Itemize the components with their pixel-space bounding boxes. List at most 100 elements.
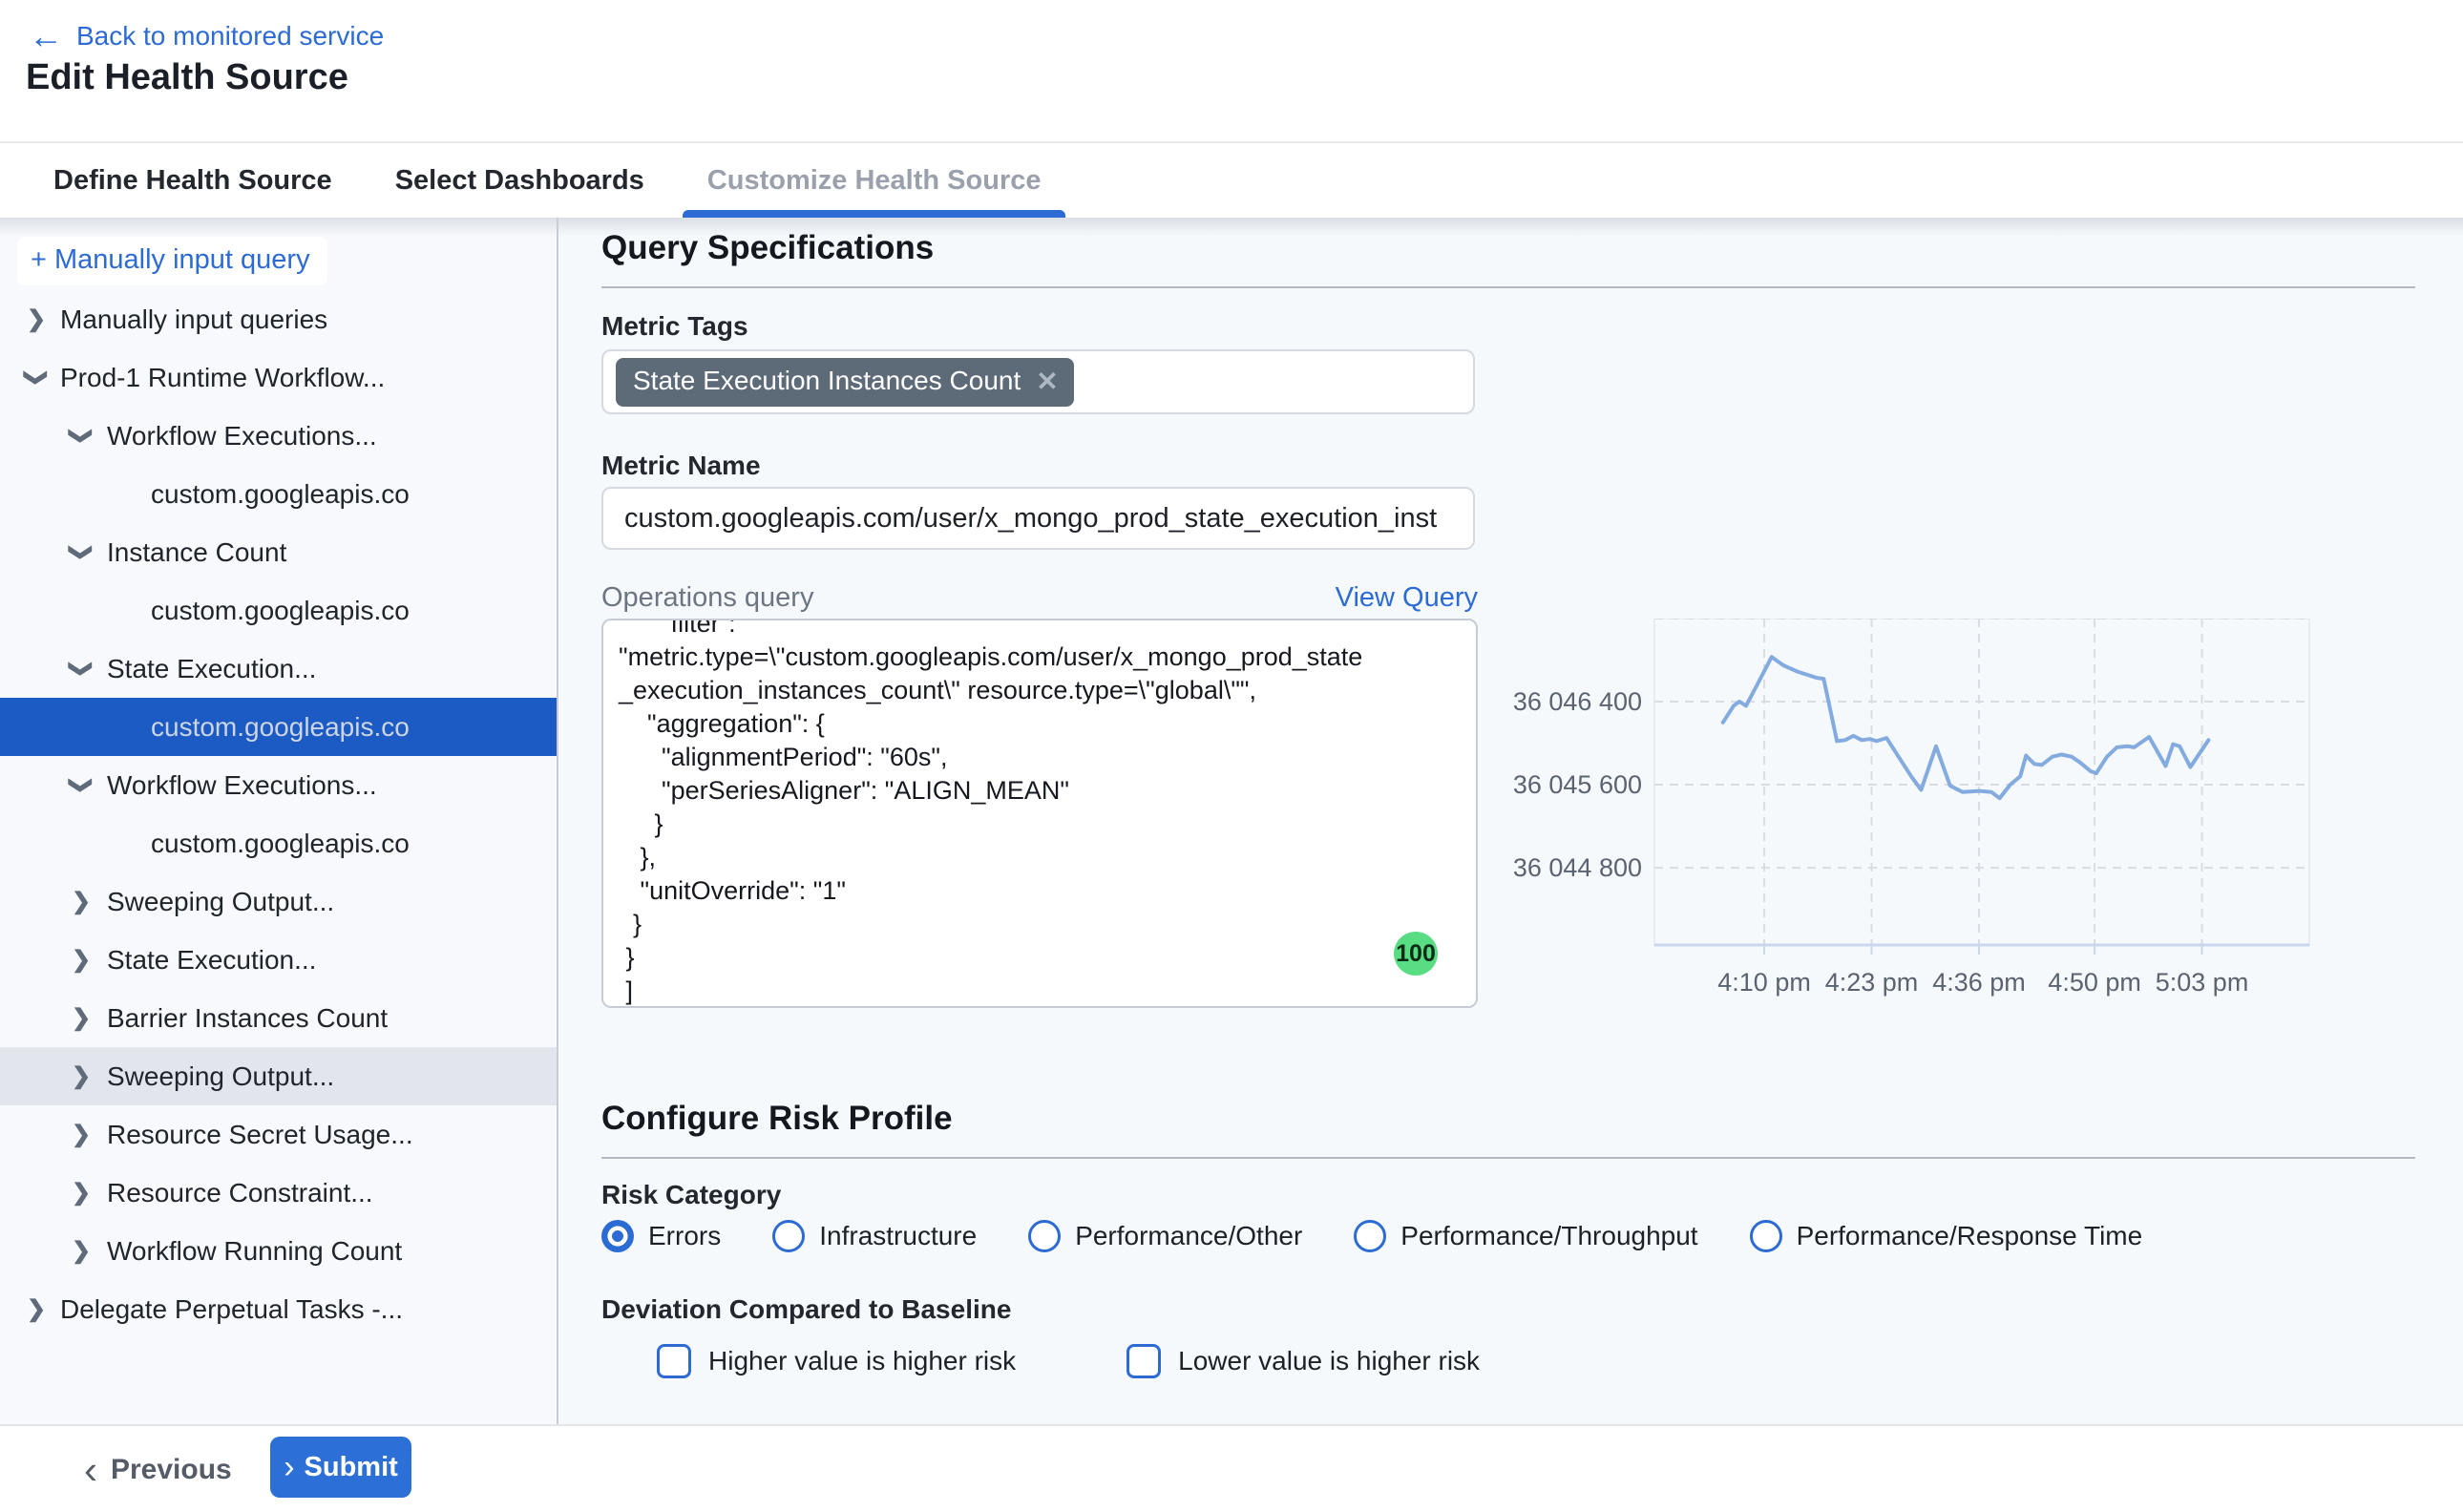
chevron-down-icon[interactable]: ❯: [68, 773, 95, 798]
view-query-link[interactable]: View Query: [1315, 582, 1478, 614]
tree-item-sweeping-output-[interactable]: ❯ Sweeping Output...: [0, 872, 557, 931]
tree-item-label: Prod-1 Runtime Workflow...: [60, 363, 557, 393]
tree-item-state-execution-[interactable]: ❯State Execution...: [0, 640, 557, 698]
tree-item-workflow-running-count[interactable]: ❯Workflow Running Count: [0, 1222, 557, 1280]
tree-item-workflow-executions-[interactable]: ❯Workflow Executions...: [0, 407, 557, 465]
radio-icon[interactable]: [1750, 1220, 1782, 1252]
tab-bar: Define Health SourceSelect DashboardsCus…: [0, 141, 2463, 218]
submit-button-label: Submit: [305, 1452, 398, 1483]
tree-item-sweeping-output-[interactable]: ❯ Sweeping Output...: [0, 1047, 557, 1105]
metric-tags-label: Metric Tags: [601, 311, 748, 342]
tree-item-label: custom.googleapis.co: [151, 479, 557, 510]
tree-item-state-execution-[interactable]: ❯ State Execution...: [0, 931, 557, 989]
tree-item-label: Workflow Executions...: [107, 770, 557, 801]
submit-button[interactable]: › Submit: [270, 1437, 411, 1498]
deviation-checkbox-higher-value-is-higher-risk[interactable]: Higher value is higher risk: [657, 1344, 1016, 1378]
tree-item-custom-googleapis-co[interactable]: custom.googleapis.co: [0, 465, 557, 523]
tree-item-label: Resource Constraint...: [107, 1178, 557, 1208]
chevron-down-icon[interactable]: ❯: [68, 424, 95, 449]
remove-tag-icon[interactable]: ✕: [1036, 366, 1058, 397]
tree-item-label: Manually input queries: [60, 304, 557, 335]
operations-query-textarea[interactable]: "filter": "metric.type=\"custom.googleap…: [601, 619, 1478, 1008]
tree-item-delegate-perpetual-tasks-[interactable]: ❯ Delegate Perpetual Tasks -...: [0, 1280, 557, 1338]
radio-selected-icon[interactable]: [601, 1220, 634, 1252]
chevron-right-icon[interactable]: ❯: [24, 305, 49, 333]
checkbox-icon[interactable]: [1126, 1344, 1161, 1378]
risk-radio-performance-other[interactable]: Performance/Other: [1028, 1220, 1302, 1252]
risk-radio-infrastructure[interactable]: Infrastructure: [772, 1220, 977, 1252]
tree-item-custom-googleapis-co[interactable]: custom.googleapis.co: [0, 814, 557, 872]
tree-item-prod-1-runtime-workflow-[interactable]: ❯ Prod-1 Runtime Workflow...: [0, 348, 557, 407]
risk-category-radio-group: Errors Infrastructure Performance/Other Per…: [601, 1220, 2142, 1252]
tree-item-custom-googleapis-co[interactable]: custom.googleapis.co: [0, 698, 557, 756]
plot-border: [1654, 619, 2309, 945]
deviation-checkbox-lower-value-is-higher-risk[interactable]: Lower value is higher risk: [1126, 1344, 1480, 1378]
previous-button[interactable]: ‹ Previous: [84, 1426, 232, 1512]
deviation-checkbox-label: Lower value is higher risk: [1178, 1346, 1480, 1376]
risk-radio-errors[interactable]: Errors: [601, 1220, 721, 1252]
checkbox-icon[interactable]: [657, 1344, 691, 1378]
deviation-checkbox-group: Higher value is higher risk Lower value i…: [657, 1344, 1480, 1378]
tree-item-label: Barrier Instances Count: [107, 1003, 557, 1034]
active-tab-underline: [683, 210, 1066, 218]
y-tick-label: 36 045 600: [1513, 770, 1642, 799]
add-manual-query-button[interactable]: + Manually input query: [17, 237, 327, 285]
tab-define-health-source[interactable]: Define Health Source: [29, 143, 357, 218]
chevron-right-icon[interactable]: ❯: [24, 1295, 49, 1323]
risk-radio-performance-throughput[interactable]: Performance/Throughput: [1354, 1220, 1697, 1252]
radio-icon[interactable]: [1354, 1220, 1386, 1252]
chevron-down-icon[interactable]: ❯: [68, 540, 95, 565]
y-tick-label: 36 046 400: [1513, 687, 1642, 716]
back-arrow-icon: ←: [29, 23, 63, 50]
back-link[interactable]: ← Back to monitored service: [29, 21, 384, 52]
x-tick-label: 4:50 pm: [2048, 968, 2141, 997]
tree-item-label: Sweeping Output...: [107, 1061, 557, 1092]
radio-icon[interactable]: [772, 1220, 805, 1252]
query-health-score-badge: 100: [1394, 932, 1438, 976]
chevron-right-icon[interactable]: ❯: [69, 1004, 94, 1032]
metric-tags-input[interactable]: State Execution Instances Count ✕: [601, 349, 1475, 414]
tree-item-workflow-executions-[interactable]: ❯ Workflow Executions...: [0, 756, 557, 814]
metric-line-series: [1723, 657, 2209, 798]
x-tick-label: 5:03 pm: [2156, 968, 2249, 997]
tree-item-custom-googleapis-co[interactable]: custom.googleapis.co: [0, 581, 557, 640]
tree-item-instance-count[interactable]: ❯ Instance Count: [0, 523, 557, 581]
chevron-down-icon[interactable]: ❯: [23, 366, 51, 390]
metric-tag-chip[interactable]: State Execution Instances Count ✕: [616, 358, 1074, 407]
risk-radio-performance-response-time[interactable]: Performance/Response Time: [1750, 1220, 2143, 1252]
chevron-right-icon[interactable]: ❯: [69, 946, 94, 974]
chevron-right-icon[interactable]: ❯: [69, 1179, 94, 1207]
chevron-right-icon[interactable]: ❯: [69, 1062, 94, 1090]
x-tick-label: 4:10 pm: [1717, 968, 1811, 997]
section-divider: [601, 1157, 2415, 1159]
chevron-right-icon[interactable]: ❯: [69, 1121, 94, 1148]
x-tick-label: 4:36 pm: [1932, 968, 2026, 997]
chevron-right-icon[interactable]: ❯: [69, 1237, 94, 1265]
tree-item-resource-constraint-[interactable]: ❯ Resource Constraint...: [0, 1164, 557, 1222]
risk-radio-label: Performance/Response Time: [1797, 1221, 2143, 1251]
tree-item-label: Instance Count: [107, 537, 557, 568]
tab-customize-health-source[interactable]: Customize Health Source: [683, 143, 1066, 218]
tree-item-label: custom.googleapis.co: [151, 596, 557, 626]
deviation-checkbox-label: Higher value is higher risk: [708, 1346, 1016, 1376]
chevron-down-icon[interactable]: ❯: [68, 657, 95, 682]
tree-item-resource-secret-usage-[interactable]: ❯Resource Secret Usage...: [0, 1105, 557, 1164]
tree-item-manually-input-queries[interactable]: ❯ Manually input queries: [0, 290, 557, 348]
tree-item-label: custom.googleapis.co: [151, 712, 557, 743]
tree-item-barrier-instances-count[interactable]: ❯ Barrier Instances Count: [0, 989, 557, 1047]
tree-item-label: State Execution...: [107, 945, 557, 976]
chevron-right-icon[interactable]: ❯: [69, 888, 94, 915]
risk-radio-label: Performance/Throughput: [1400, 1221, 1697, 1251]
tab-select-dashboards[interactable]: Select Dashboards: [370, 143, 669, 218]
query-tree: ❯ Manually input queries ❯ Prod-1 Runtime W…: [0, 290, 557, 1338]
risk-radio-label: Infrastructure: [819, 1221, 977, 1251]
metric-name-field[interactable]: custom.googleapis.com/user/x_mongo_prod_…: [601, 487, 1475, 550]
configure-risk-profile-title: Configure Risk Profile: [601, 1100, 953, 1138]
deviation-label: Deviation Compared to Baseline: [601, 1294, 1011, 1325]
chevron-right-icon: ›: [284, 1454, 294, 1481]
metric-tag-chip-label: State Execution Instances Count: [633, 366, 1021, 396]
radio-icon[interactable]: [1028, 1220, 1061, 1252]
tree-item-label: Delegate Perpetual Tasks -...: [60, 1294, 557, 1325]
tree-item-label: Sweeping Output...: [107, 887, 557, 917]
operations-query-text: "filter": "metric.type=\"custom.googleap…: [603, 619, 1476, 1008]
